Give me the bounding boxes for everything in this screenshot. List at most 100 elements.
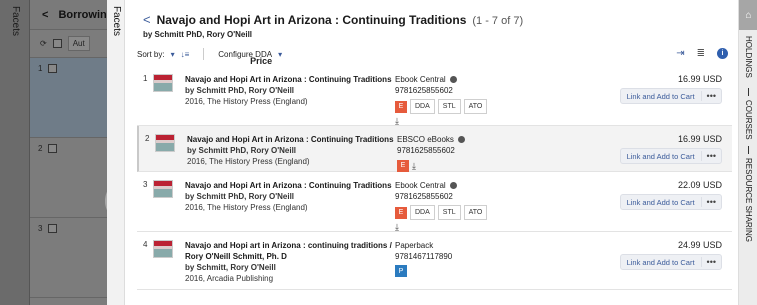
- back-chevron-icon[interactable]: <: [143, 12, 151, 27]
- auto-button[interactable]: Aut: [67, 36, 90, 51]
- more-options-icon[interactable]: •••: [700, 151, 721, 161]
- vendor-line: Paperback: [395, 240, 452, 251]
- isbn: 9781625855602: [395, 192, 453, 201]
- cart-control: Link and Add to Cart •••: [619, 254, 722, 270]
- cart-control: Link and Add to Cart •••: [619, 194, 722, 210]
- book-info: Navajo and Hopi Art in Arizona : Continu…: [187, 134, 397, 167]
- home-icon[interactable]: ⌂: [739, 0, 757, 30]
- price: 16.99 USD: [677, 74, 722, 84]
- book-title[interactable]: Navajo and Hopi Art in Arizona : Continu…: [185, 180, 395, 191]
- chevron-down-icon[interactable]: ▾: [171, 50, 175, 59]
- vendor-name: EBSCO eBooks: [397, 135, 454, 144]
- vendor-name: Ebook Central: [395, 181, 446, 190]
- refresh-icon[interactable]: ⟳: [40, 39, 47, 48]
- link-and-add-to-cart-button[interactable]: Link and Add to Cart: [621, 198, 701, 207]
- book-title[interactable]: Navajo and Hopi Art in Arizona : Continu…: [187, 134, 397, 145]
- stl-tag: STL: [437, 205, 461, 220]
- vendor-line: Ebook Central: [395, 74, 487, 85]
- sort-select[interactable]: Price: [250, 56, 272, 66]
- chevron-down-icon[interactable]: ▾: [278, 50, 282, 59]
- book-publisher: 2016, Arcadia Publishing: [185, 274, 274, 283]
- book-author: by Schmitt PhD, Rory O'Neill: [185, 192, 295, 201]
- left-facets-strip: Facets: [0, 0, 30, 305]
- page-title: Navajo and Hopi Art in Arizona : Continu…: [156, 13, 467, 27]
- book-publisher: 2016, The History Press (England): [187, 157, 310, 166]
- ato-tag: ATO: [463, 99, 488, 114]
- vendor-info: Ebook Central 9781625855602 E DDA STL AT…: [395, 74, 488, 127]
- result-row[interactable]: 3 Navajo and Hopi Art in Arizona : Conti…: [137, 172, 732, 232]
- dda-tag: DDA: [410, 205, 435, 220]
- result-index: 3: [143, 180, 148, 189]
- vendor-name: Ebook Central: [395, 75, 446, 84]
- info-icon[interactable]: i: [717, 48, 728, 59]
- sort-label: Sort by:: [137, 49, 165, 59]
- vendor-line: EBSCO eBooks: [397, 134, 465, 145]
- chevron-left-icon[interactable]: <: [42, 9, 48, 21]
- link-and-add-to-cart-button[interactable]: Link and Add to Cart: [621, 152, 701, 161]
- result-index: 2: [145, 134, 150, 143]
- book-cover-thumbnail: [155, 134, 175, 152]
- link-and-add-to-cart-button[interactable]: Link and Add to Cart: [621, 92, 701, 101]
- list-view-icon[interactable]: ≣: [697, 48, 705, 59]
- more-options-icon[interactable]: •••: [700, 91, 721, 101]
- left-facets-label: Facets: [10, 6, 21, 37]
- page-subtitle: by Schmitt PhD, Rory O'Neill: [143, 30, 253, 39]
- sort-direction-icon[interactable]: ↓≡: [181, 50, 190, 59]
- title-row: < Navajo and Hopi Art in Arizona : Conti…: [143, 12, 523, 27]
- more-options-icon[interactable]: •••: [700, 197, 721, 207]
- isbn: 9781625855602: [397, 146, 455, 155]
- facets-tab[interactable]: Facets: [107, 0, 125, 305]
- results-panel: < Navajo and Hopi Art in Arizona : Conti…: [125, 0, 738, 305]
- book-info: Navajo and Hopi Art in Arizona : Continu…: [185, 180, 395, 213]
- tag-list: E DDA STL ATO: [395, 99, 488, 114]
- price: 24.99 USD: [677, 240, 722, 250]
- result-count: (1 - 7 of 7): [472, 15, 524, 27]
- result-index: 1: [143, 74, 148, 83]
- link-and-add-to-cart-button[interactable]: Link and Add to Cart: [621, 258, 701, 267]
- tag-list: E ⤓: [397, 159, 465, 172]
- facets-tab-label: Facets: [111, 6, 122, 37]
- book-cover-thumbnail: [153, 240, 173, 258]
- more-options-icon[interactable]: •••: [700, 257, 721, 267]
- sort-bar: Sort by: Price ▾ ↓≡ Configure DDA ▾: [137, 48, 282, 66]
- resource-sharing-tab[interactable]: RESOURCE SHARING: [744, 158, 753, 242]
- book-publisher: 2016, The History Press (England): [185, 97, 308, 106]
- row-number: 2: [38, 144, 43, 153]
- cart-control: Link and Add to Cart •••: [619, 88, 722, 104]
- divider: [748, 146, 749, 154]
- vendor-info: Ebook Central 9781625855602 E DDA STL AT…: [395, 180, 488, 233]
- ebook-badge: E: [397, 159, 409, 172]
- courses-tab[interactable]: COURSES: [744, 100, 753, 140]
- top-right-icons: ⇥ ≣ i: [676, 48, 728, 59]
- holdings-tab[interactable]: HOLDINGS: [744, 36, 753, 78]
- users-icon: [449, 182, 457, 189]
- download-icon[interactable]: ⤓: [412, 161, 416, 172]
- select-all-checkbox[interactable]: [52, 39, 62, 48]
- book-title[interactable]: Navajo and Hopi art in Arizona : continu…: [185, 240, 395, 262]
- ato-tag: ATO: [463, 205, 488, 220]
- book-info: Navajo and Hopi Art in Arizona : Continu…: [185, 74, 395, 107]
- result-row[interactable]: 1 Navajo and Hopi Art in Arizona : Conti…: [137, 66, 732, 126]
- book-cover-thumbnail: [153, 180, 173, 198]
- result-row[interactable]: 2 Navajo and Hopi Art in Arizona : Conti…: [137, 126, 732, 172]
- row-checkbox[interactable]: [48, 224, 58, 233]
- book-author: by Schmitt PhD, Rory O'Neill: [185, 86, 295, 95]
- result-row[interactable]: 4 Navajo and Hopi art in Arizona : conti…: [137, 232, 732, 290]
- book-author: by Schmitt PhD, Rory O'Neill: [187, 146, 297, 155]
- isbn: 9781467117890: [395, 252, 453, 261]
- stl-tag: STL: [437, 99, 461, 114]
- export-icon[interactable]: ⇥: [676, 48, 684, 59]
- user-icon: [457, 136, 465, 143]
- vendor-name: Paperback: [395, 241, 434, 250]
- row-checkbox[interactable]: [48, 64, 58, 73]
- dda-tag: DDA: [410, 99, 435, 114]
- row-number: 3: [38, 224, 43, 233]
- book-title[interactable]: Navajo and Hopi Art in Arizona : Continu…: [185, 74, 395, 85]
- row-number: 1: [38, 64, 43, 73]
- divider: [203, 48, 205, 60]
- right-sidebar: ⌂ HOLDINGS COURSES RESOURCE SHARING: [738, 0, 757, 305]
- vendor-info: EBSCO eBooks 9781625855602 E ⤓: [397, 134, 465, 172]
- results-list: 1 Navajo and Hopi Art in Arizona : Conti…: [137, 66, 732, 290]
- print-badge: P: [395, 265, 407, 277]
- row-checkbox[interactable]: [48, 144, 58, 153]
